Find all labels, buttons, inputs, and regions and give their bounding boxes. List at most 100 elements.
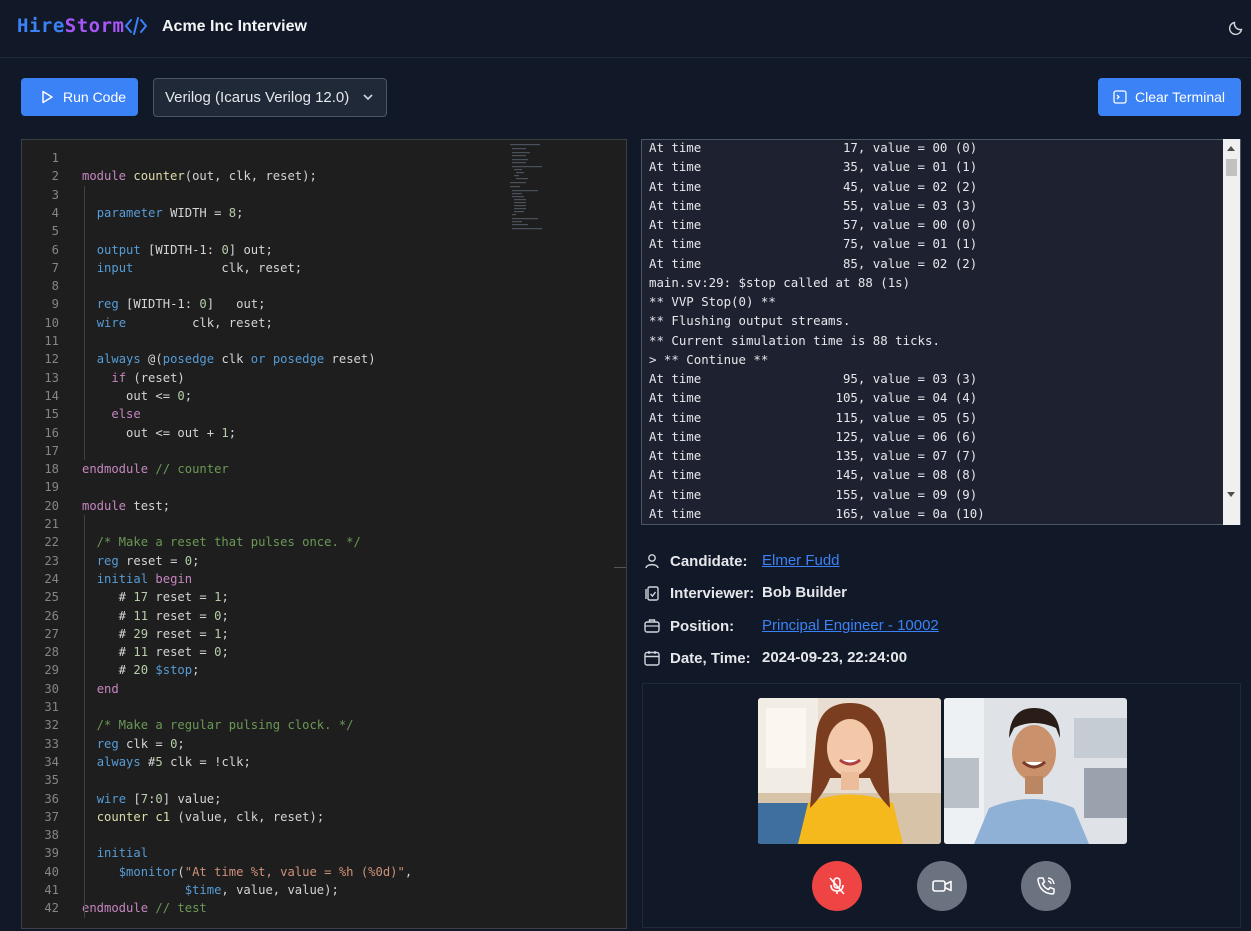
- code-text: if (reset): [111, 370, 185, 385]
- interviewer-value: Bob Builder: [762, 584, 847, 601]
- terminal-line: At time 17, value = 00 (0): [649, 140, 978, 155]
- camera-button[interactable]: [917, 861, 967, 911]
- code-text: endmodule // test: [82, 901, 207, 916]
- minimap[interactable]: [508, 142, 558, 232]
- language-select[interactable]: Verilog (Icarus Verilog 12.0): [153, 78, 387, 117]
- line-number: 3: [51, 187, 59, 202]
- code-text: input clk, reset;: [96, 260, 303, 275]
- code-text: # 11 reset = 0;: [82, 608, 229, 623]
- scroll-up-arrow-icon[interactable]: [1227, 146, 1235, 151]
- line-number: 41: [44, 883, 59, 897]
- line-number: 39: [44, 846, 59, 861]
- line-number: 23: [44, 553, 59, 568]
- line-number: 4: [51, 205, 59, 220]
- scroll-thumb[interactable]: [1226, 159, 1237, 176]
- code-text: module test;: [82, 498, 171, 513]
- line-number: 37: [44, 809, 59, 824]
- code-text: $monitor("At time %t, value = %h (%0d)",: [118, 864, 413, 879]
- top-bar: HireStorm Acme Inc Interview: [0, 0, 1251, 58]
- code-text: always #5 clk = !clk;: [96, 754, 251, 769]
- terminal-line: At time 145, value = 08 (8): [649, 467, 978, 483]
- line-number: 29: [44, 663, 59, 678]
- line-number: 10: [44, 315, 59, 330]
- language-value: Verilog (Icarus Verilog 12.0): [165, 89, 350, 106]
- scroll-down-arrow-icon[interactable]: [1227, 492, 1235, 497]
- candidate-video-image: [758, 698, 941, 844]
- candidate-link[interactable]: Elmer Fudd: [762, 552, 840, 569]
- line-number: 31: [44, 700, 59, 714]
- user-icon: [645, 554, 659, 569]
- line-number: 35: [44, 773, 59, 788]
- run-code-button[interactable]: Run Code: [21, 78, 138, 116]
- code-text: reg reset = 0;: [96, 553, 200, 568]
- code-text: reg clk = 0;: [96, 736, 185, 751]
- code-text: initial: [96, 846, 149, 861]
- line-number: 32: [44, 718, 59, 733]
- terminal-line: ** Current simulation time is 88 ticks.: [649, 332, 940, 348]
- line-number: 18: [44, 462, 59, 477]
- code-editor[interactable]: 1 2 module counter(out, clk, reset); 3 4 par…: [21, 139, 627, 929]
- code-text: # 11 reset = 0;: [82, 645, 229, 660]
- clipboard-icon: [645, 586, 659, 601]
- terminal-line: At time 105, value = 04 (4): [649, 390, 978, 406]
- code-text: else: [111, 407, 141, 422]
- code-text: # 20 $stop;: [82, 663, 200, 678]
- terminal-line: At time 135, value = 07 (7): [649, 448, 978, 463]
- line-number: 19: [44, 480, 59, 495]
- terminal-line: At time 55, value = 03 (3): [649, 197, 978, 213]
- line-number: 17: [44, 443, 59, 458]
- interviewer-label: Interviewer:: [670, 584, 755, 602]
- line-number: 9: [51, 297, 59, 312]
- code-text: always @(posedge clk or posedge reset): [96, 352, 376, 367]
- line-number: 21: [44, 517, 59, 531]
- interviewer-row: Interviewer: Bob Builder: [641, 581, 847, 605]
- datetime-value: 2024-09-23, 22:24:00: [762, 649, 908, 666]
- terminal-line: At time 125, value = 06 (6): [649, 428, 978, 444]
- code-text: /* Make a regular pulsing clock. */: [82, 718, 354, 733]
- line-number: 5: [51, 224, 59, 239]
- code-text: output [WIDTH-1: 0] out;: [96, 242, 273, 257]
- chevron-down-icon: [363, 94, 373, 101]
- code-text: initial begin: [96, 571, 193, 586]
- line-number: 28: [44, 645, 59, 660]
- moon-icon[interactable]: [1229, 19, 1245, 35]
- code-text: module counter(out, clk, reset);: [82, 169, 317, 184]
- code-text: endmodule // counter: [82, 462, 229, 477]
- mute-mic-button[interactable]: [812, 861, 862, 911]
- terminal-scrollbar[interactable]: [1223, 139, 1240, 525]
- indent-guide: [84, 185, 85, 461]
- mic-off-icon: [829, 877, 845, 895]
- terminal-line: main.sv:29: $stop called at 88 (1s): [649, 274, 911, 290]
- position-link[interactable]: Principal Engineer - 10002: [762, 617, 939, 634]
- candidate-video-tile: [758, 698, 941, 844]
- end-call-button[interactable]: [1021, 861, 1071, 911]
- code-icon: [124, 17, 148, 35]
- phone-call-icon: [1037, 877, 1055, 895]
- page-title: Acme Inc Interview: [162, 18, 307, 35]
- line-number: 1: [51, 151, 59, 165]
- terminal-line: At time 95, value = 03 (3): [649, 371, 978, 386]
- clear-terminal-button[interactable]: Clear Terminal: [1098, 78, 1241, 116]
- line-number: 33: [44, 736, 59, 751]
- terminal-line: At time 75, value = 01 (1): [649, 236, 978, 252]
- terminal-line: At time 85, value = 02 (2): [649, 255, 978, 271]
- line-number: 14: [44, 388, 59, 403]
- position-label: Position:: [670, 617, 735, 635]
- line-number: 12: [44, 352, 59, 367]
- line-number: 6: [51, 242, 59, 257]
- terminal-icon: [1113, 90, 1127, 104]
- run-code-label: Run Code: [63, 89, 127, 105]
- code-text: parameter WIDTH = 8;: [96, 205, 244, 220]
- clear-terminal-label: Clear Terminal: [1135, 89, 1225, 105]
- terminal-output[interactable]: At time 17, value = 00 (0) At time 35, va…: [641, 139, 1241, 525]
- interviewer-video-tile: [944, 698, 1127, 844]
- play-icon: [42, 90, 53, 104]
- datetime-label: Date, Time:: [670, 649, 751, 667]
- line-number: 13: [44, 370, 59, 385]
- terminal-line: At time 155, value = 09 (9): [649, 486, 978, 502]
- interviewer-video-image: [944, 698, 1127, 844]
- terminal-line: At time 165, value = 0a (10): [649, 505, 985, 521]
- line-number: 24: [44, 571, 59, 586]
- code-text: # 17 reset = 1;: [82, 590, 229, 605]
- line-number: 25: [44, 590, 59, 605]
